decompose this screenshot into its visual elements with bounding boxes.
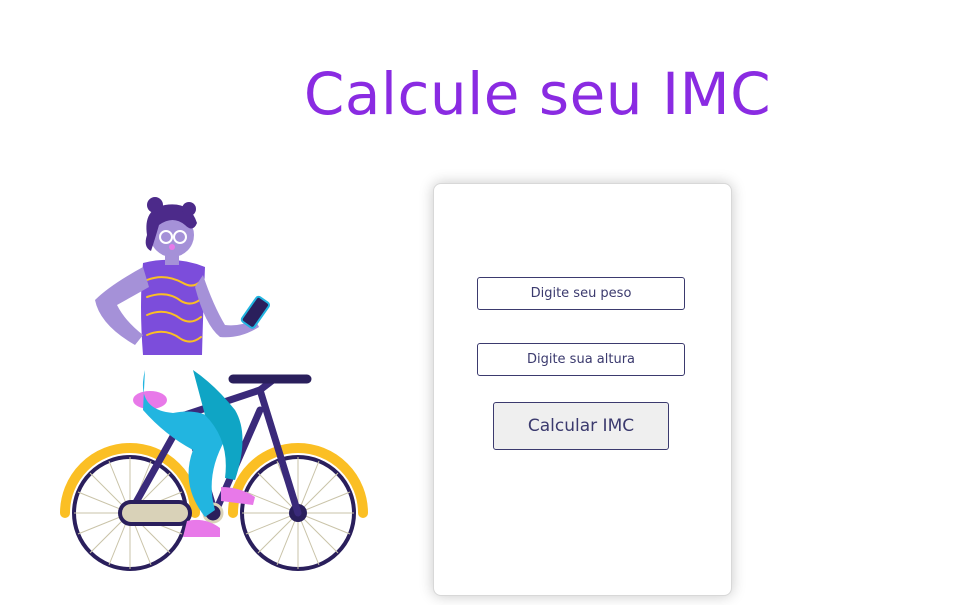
height-input[interactable] bbox=[477, 343, 685, 376]
imc-form-card: Calcular IMC bbox=[433, 183, 732, 596]
page: Calcule seu IMC Digite seu peso Digite s… bbox=[0, 0, 969, 605]
page-title: Calcule seu IMC bbox=[303, 60, 772, 128]
calculate-imc-button[interactable]: Calcular IMC bbox=[493, 402, 669, 450]
weight-input[interactable] bbox=[477, 277, 685, 310]
woman-on-bicycle-illustration bbox=[60, 197, 368, 571]
